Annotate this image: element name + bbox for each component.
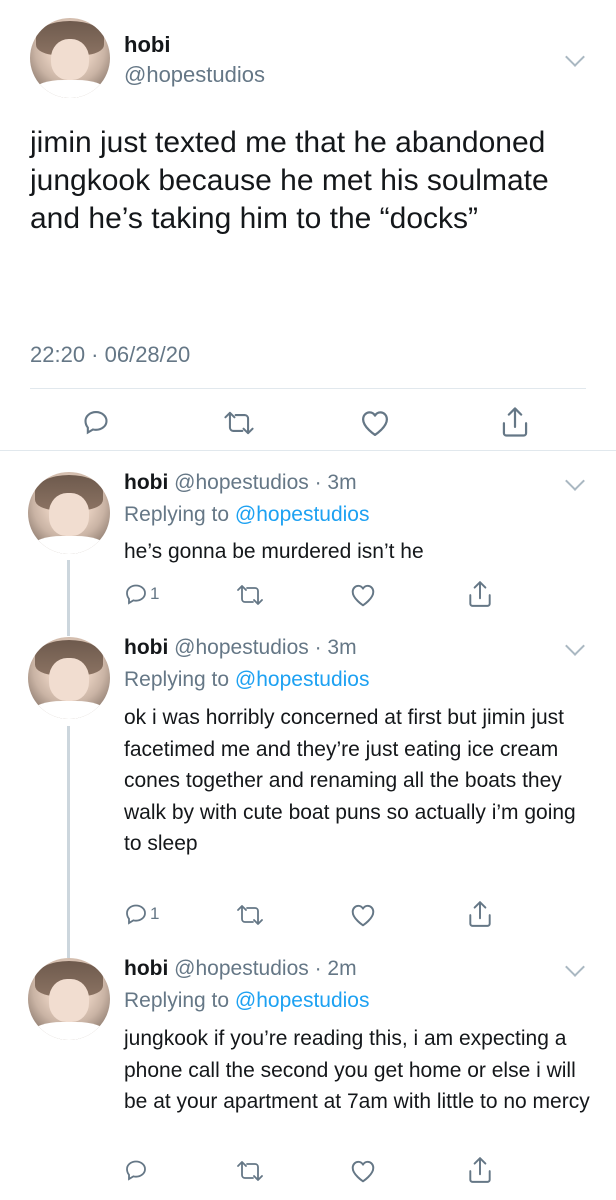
share-button[interactable] <box>501 406 529 438</box>
like-button[interactable] <box>350 1159 376 1183</box>
tweet-timestamp[interactable]: 22:20 · 06/28/20 <box>30 342 190 368</box>
retweet-icon <box>237 1161 263 1181</box>
author-name[interactable]: hobi <box>124 32 170 58</box>
share-icon <box>469 1157 491 1183</box>
replying-to-link[interactable]: @hopestudios <box>235 668 370 691</box>
replying-to: Replying to @hopestudios <box>124 989 369 1013</box>
like-button[interactable] <box>350 903 376 927</box>
reply-icon <box>126 584 146 605</box>
author-name[interactable]: hobi <box>124 471 168 494</box>
heart-icon <box>351 1160 375 1183</box>
avatar[interactable] <box>28 472 110 554</box>
retweet-button[interactable] <box>235 584 265 606</box>
share-icon <box>469 581 491 607</box>
replying-to-link[interactable]: @hopestudios <box>235 503 370 526</box>
reply-text: jungkook if you’re reading this, i am ex… <box>124 1027 590 1113</box>
separator <box>0 450 616 451</box>
reply-icon <box>84 411 108 435</box>
relative-time: · 3m <box>314 471 357 494</box>
chevron-down-icon[interactable] <box>565 47 585 67</box>
like-button[interactable] <box>350 583 376 607</box>
reply-count: 1 <box>150 584 160 603</box>
share-button[interactable] <box>468 1156 492 1184</box>
reply-button[interactable] <box>82 408 110 436</box>
replying-to-link[interactable]: @hopestudios <box>235 989 370 1012</box>
heart-icon <box>351 584 375 607</box>
reply-count: 1 <box>150 904 160 923</box>
retweet-icon <box>237 585 263 605</box>
relative-time: · 3m <box>314 636 357 659</box>
reply-text: ok i was horribly concerned at first but… <box>124 706 576 855</box>
divider <box>30 388 586 389</box>
replying-to-label: Replying to <box>124 989 230 1012</box>
author-handle[interactable]: @hopestudios <box>124 62 265 88</box>
chevron-down-icon[interactable] <box>565 471 585 491</box>
author-name[interactable]: hobi <box>124 957 168 980</box>
thread-line <box>67 560 70 636</box>
author-handle[interactable]: @hopestudios <box>174 471 309 494</box>
avatar[interactable] <box>30 18 110 98</box>
reply-icon <box>126 904 146 925</box>
retweet-icon <box>224 411 254 435</box>
replying-to-label: Replying to <box>124 503 230 526</box>
reply-button[interactable] <box>124 1158 150 1182</box>
share-button[interactable] <box>468 580 492 608</box>
reply-header: hobi @hopestudios · 3m <box>124 636 357 660</box>
retweet-button[interactable] <box>235 1160 265 1182</box>
thread-line <box>67 726 70 958</box>
reply-text: he’s gonna be murdered isn’t he <box>124 540 424 563</box>
author-name[interactable]: hobi <box>124 636 168 659</box>
retweet-button[interactable] <box>235 904 265 926</box>
author-handle[interactable]: @hopestudios <box>174 636 309 659</box>
avatar[interactable] <box>28 637 110 719</box>
chevron-down-icon[interactable] <box>565 957 585 977</box>
like-button[interactable] <box>360 409 390 437</box>
chevron-down-icon[interactable] <box>565 636 585 656</box>
replying-to-label: Replying to <box>124 668 230 691</box>
avatar[interactable] <box>28 958 110 1040</box>
share-button[interactable] <box>468 900 492 928</box>
author-handle[interactable]: @hopestudios <box>174 957 309 980</box>
reply-icon <box>126 1160 146 1181</box>
heart-icon <box>362 411 388 436</box>
tweet-text: jimin just texted me that he abandoned j… <box>30 126 549 235</box>
reply-button[interactable]: 1 <box>124 582 159 606</box>
replying-to: Replying to @hopestudios <box>124 503 369 527</box>
share-icon <box>502 407 528 437</box>
relative-time: · 2m <box>314 957 357 980</box>
reply-header: hobi @hopestudios · 2m <box>124 957 357 981</box>
replying-to: Replying to @hopestudios <box>124 668 369 692</box>
heart-icon <box>351 904 375 927</box>
share-icon <box>469 901 491 927</box>
reply-button[interactable]: 1 <box>124 902 159 926</box>
retweet-icon <box>237 905 263 925</box>
reply-header: hobi @hopestudios · 3m <box>124 471 357 495</box>
retweet-button[interactable] <box>222 410 256 436</box>
